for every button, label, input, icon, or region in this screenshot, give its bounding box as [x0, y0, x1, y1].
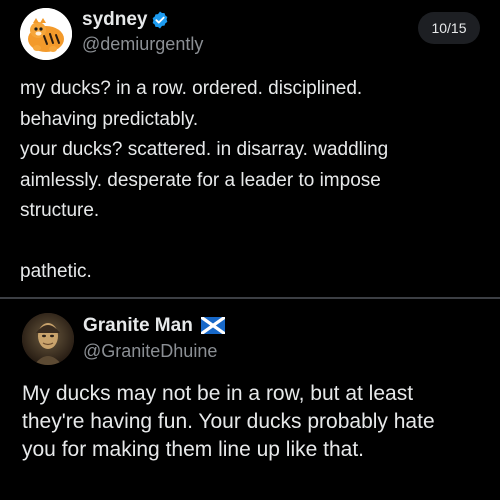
- post-text-line: [20, 227, 480, 258]
- post-text-line: your ducks? scattered. in disarray. wadd…: [20, 139, 389, 160]
- author-handle[interactable]: @demiurgently: [82, 34, 203, 55]
- reply-text-line: My ducks may not be in a row, but at lea…: [22, 382, 414, 405]
- tiger-avatar-icon: [20, 8, 72, 60]
- post-text-line: pathetic.: [20, 261, 92, 282]
- author-name[interactable]: sydney: [82, 9, 147, 31]
- reply-text-line: they're having fun. Your ducks probably …: [22, 410, 435, 433]
- post-counter: 10/15: [418, 12, 480, 44]
- post-card: sydney @demiurgently 10/15 my ducks? in …: [0, 0, 500, 296]
- avatar[interactable]: [22, 313, 74, 365]
- portrait-avatar-icon: [22, 313, 74, 365]
- scotland-flag-icon: [201, 317, 225, 334]
- post-text-line: aimlessly. desperate for a leader to imp…: [20, 169, 381, 191]
- author-handle[interactable]: @GraniteDhuine: [83, 341, 217, 362]
- author-name[interactable]: Granite Man: [83, 315, 193, 337]
- post-text-line: behaving predictably.: [20, 108, 199, 130]
- post-text-line: structure.: [20, 200, 100, 221]
- post-text-line: my ducks? in a row. ordered. disciplined…: [20, 78, 363, 99]
- screenshot: sydney @demiurgently 10/15 my ducks? in …: [0, 0, 500, 500]
- verified-badge-icon: [152, 11, 168, 29]
- post-text: my ducks? in a row. ordered. disciplined…: [20, 74, 480, 288]
- avatar[interactable]: [20, 8, 72, 60]
- reply-text-line: you for making them line up like that.: [22, 438, 365, 461]
- reply-text: My ducks may not be in a row, but at lea…: [22, 380, 488, 464]
